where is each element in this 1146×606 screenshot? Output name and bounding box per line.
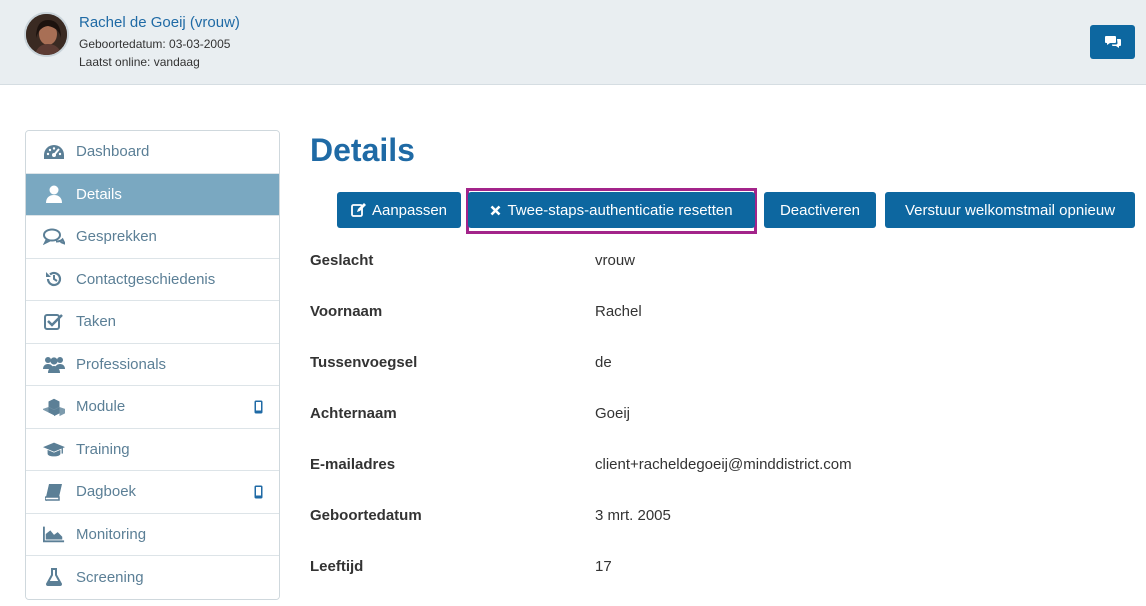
sidebar-item-label: Taken [76,313,117,331]
sidebar-item-screening[interactable]: Screening [26,556,279,599]
detail-value-email: client+racheldegoeij@minddistrict.com [595,456,852,473]
chat-button[interactable] [1090,25,1135,59]
resend-welcome-mail-button[interactable]: Verstuur welkomstmail opnieuw [885,192,1135,228]
edit-button-label: Aanpassen [371,201,448,219]
graduation-cap-icon [43,439,65,459]
sidebar-item-dashboard[interactable]: Dashboard [26,131,279,174]
sidebar-item-contactgeschiedenis[interactable]: Contactgeschiedenis [26,258,279,301]
profile-header: Rachel de Goeij (vrouw) Geboortedatum: 0… [0,0,1146,85]
mobile-phone-icon [254,485,263,499]
sidebar-item-label: Gesprekken [76,228,157,246]
users-icon [43,354,65,374]
sidebar-item-taken[interactable]: Taken [26,301,279,344]
sidebar-item-monitoring[interactable]: Monitoring [26,513,279,556]
mobile-phone-icon [254,400,263,414]
user-name[interactable]: Rachel de Goeij (vrouw) [79,14,240,31]
detail-value-gender: vrouw [595,252,636,269]
page-title: Details [310,132,415,168]
sidebar-item-label: Professionals [76,355,167,373]
chat-bubbles-icon [1104,36,1121,48]
deactivate-button[interactable]: Deactiveren [764,192,876,228]
sidebar-item-dagboek[interactable]: Dagboek [26,471,279,514]
flask-icon [43,567,65,587]
sidebar-item-label: Details [76,185,122,203]
avatar [24,12,69,57]
detail-label-last-name: Achternaam [310,405,397,422]
sidebar-item-label: Monitoring [76,525,147,543]
detail-label-age: Leeftijd [310,558,364,575]
sidebar-item-label: Contactgeschiedenis [76,270,216,288]
sidebar-item-professionals[interactable]: Professionals [26,343,279,386]
detail-label-birthdate: Geboortedatum [310,507,422,524]
deactivate-button-label: Deactiveren [779,201,861,219]
sidebar-item-label: Module [76,398,126,416]
history-icon [43,269,65,289]
reset-2fa-button[interactable]: Twee-staps-authenticatie resetten [468,192,755,228]
edit-button[interactable]: Aanpassen [337,192,461,228]
checkbox-icon [43,312,65,332]
dashboard-icon [43,142,65,162]
sidebar-item-label: Training [76,440,130,458]
detail-value-age: 17 [595,558,612,575]
resend-welcome-mail-button-label: Verstuur welkomstmail opnieuw [904,201,1116,219]
last-online-text: Laatst online: vandaag [79,55,200,69]
detail-value-first-name: Rachel [595,303,642,320]
detail-label-first-name: Voornaam [310,303,383,320]
sidebar-nav: Dashboard Details Gesprekken Contactgesc… [25,130,280,600]
chat-bubbles-icon [43,227,65,247]
sidebar-item-label: Dagboek [76,483,137,501]
close-icon [490,205,501,216]
sidebar-item-label: Dashboard [76,143,150,161]
birthdate-text: Geboortedatum: 03-03-2005 [79,37,231,51]
sidebar-item-training[interactable]: Training [26,428,279,471]
user-icon [43,184,65,204]
sidebar-item-details[interactable]: Details [26,173,279,216]
sidebar-item-gesprekken[interactable]: Gesprekken [26,216,279,259]
reset-2fa-button-label: Twee-staps-authenticatie resetten [507,201,733,219]
sidebar-item-module[interactable]: Module [26,386,279,429]
area-chart-icon [43,524,65,544]
detail-value-last-name: Goeij [595,405,631,422]
detail-label-gender: Geslacht [310,252,374,269]
cubes-icon [43,397,65,417]
detail-label-email: E-mailadres [310,456,396,473]
detail-value-birthdate: 3 mrt. 2005 [595,507,671,524]
edit-icon [351,203,366,217]
detail-value-infix: de [595,354,612,371]
book-icon [43,482,65,502]
sidebar-item-label: Screening [76,568,144,586]
detail-label-infix: Tussenvoegsel [310,354,418,371]
